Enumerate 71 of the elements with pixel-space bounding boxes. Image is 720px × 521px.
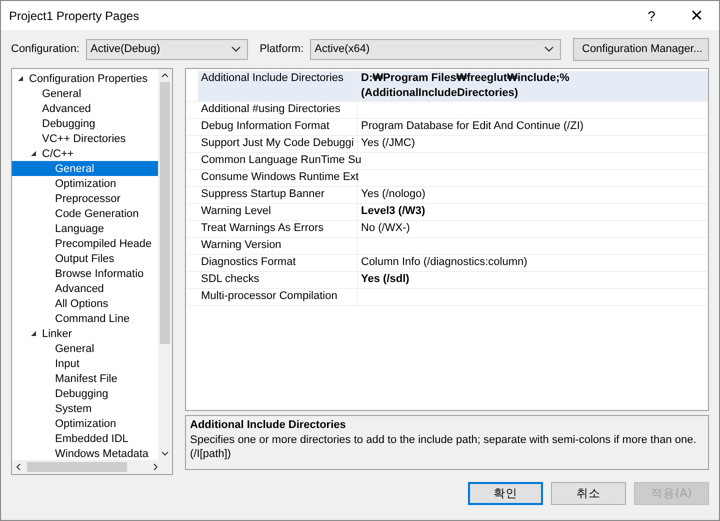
scroll-left-icon[interactable] bbox=[16, 463, 21, 471]
configuration-dropdown[interactable]: Active(Debug) bbox=[86, 38, 248, 60]
property-value[interactable]: Yes (/JMC) bbox=[358, 136, 708, 152]
tree-item[interactable]: Output Files bbox=[12, 251, 158, 266]
tree-item[interactable]: C/C++ bbox=[12, 146, 158, 161]
property-name[interactable]: Debug Information Format bbox=[198, 119, 358, 135]
scroll-right-icon[interactable] bbox=[153, 463, 158, 471]
property-name[interactable]: SDL checks bbox=[198, 272, 358, 288]
tree-item[interactable]: Code Generation bbox=[12, 206, 158, 221]
description-text: Specifies one or more directories to add to the include path; separate with semi-colons if more than one. (/I[path]) bbox=[190, 433, 698, 461]
horizontal-scrollbar[interactable] bbox=[12, 460, 172, 474]
help-button[interactable]: ? bbox=[629, 1, 674, 30]
tree-item[interactable]: Configuration Properties bbox=[12, 71, 158, 86]
tree-item[interactable]: Input bbox=[12, 356, 158, 371]
property-value[interactable]: Program Database for Edit And Continue (/ZI) bbox=[358, 119, 708, 135]
chevron-down-icon bbox=[230, 46, 241, 52]
vertical-scrollbar[interactable] bbox=[158, 69, 172, 460]
tree-item[interactable]: General bbox=[12, 86, 158, 101]
tree-item[interactable]: General bbox=[12, 161, 158, 176]
tree-item[interactable]: Manifest File bbox=[12, 371, 158, 386]
property-name[interactable]: Multi-processor Compilation bbox=[198, 289, 358, 305]
tree-item[interactable]: General bbox=[12, 341, 158, 356]
platform-dropdown[interactable]: Active(x64) bbox=[310, 38, 561, 60]
tree-item[interactable]: Language bbox=[12, 221, 158, 236]
expanded-triangle-icon[interactable] bbox=[17, 75, 24, 82]
tree-item[interactable]: Debugging bbox=[12, 386, 158, 401]
platform-label: Platform: bbox=[260, 43, 304, 55]
property-name[interactable]: Diagnostics Format bbox=[198, 255, 358, 271]
window-title: Project1 Property Pages bbox=[9, 8, 140, 22]
tree-item[interactable]: Optimization bbox=[12, 176, 158, 191]
property-value[interactable]: Column Info (/diagnostics:column) bbox=[358, 255, 708, 271]
description-title: Additional Include Directories bbox=[190, 419, 347, 431]
tree-item[interactable]: Advanced bbox=[12, 101, 158, 116]
tree-item[interactable]: Linker bbox=[12, 326, 158, 341]
tree-item[interactable]: All Options bbox=[12, 296, 158, 311]
scroll-up-icon[interactable] bbox=[161, 73, 169, 78]
property-value[interactable]: Yes (/sdl) bbox=[358, 272, 708, 288]
property-name[interactable]: Support Just My Code Debuggi bbox=[198, 136, 358, 152]
dialog-button[interactable]: 취소 bbox=[551, 482, 626, 505]
scroll-down-icon[interactable] bbox=[161, 451, 169, 456]
property-name[interactable]: Treat Warnings As Errors bbox=[198, 221, 358, 237]
scroll-thumb[interactable] bbox=[160, 82, 170, 344]
tree-item[interactable]: Precompiled Heade bbox=[12, 236, 158, 251]
tree-item[interactable]: Preprocessor bbox=[12, 191, 158, 206]
property-name[interactable]: Warning Level bbox=[198, 204, 358, 220]
property-value[interactable]: D:₩Program Files₩freeglut₩include;%(AdditionalIncludeDirectories) bbox=[358, 71, 708, 101]
scroll-thumb[interactable] bbox=[27, 462, 127, 472]
expanded-triangle-icon[interactable] bbox=[30, 150, 37, 157]
tree-item[interactable]: Optimization bbox=[12, 416, 158, 431]
property-name[interactable]: Suppress Startup Banner bbox=[198, 187, 358, 203]
tree-item[interactable]: System bbox=[12, 401, 158, 416]
tree-item[interactable]: VC++ Directories bbox=[12, 131, 158, 146]
property-value[interactable]: Level3 (/W3) bbox=[358, 204, 708, 220]
property-name[interactable]: Consume Windows Runtime Ext bbox=[198, 170, 358, 186]
property-value[interactable]: Yes (/nologo) bbox=[358, 187, 708, 203]
chevron-down-icon bbox=[544, 46, 554, 52]
property-name[interactable]: Additional Include Directories bbox=[198, 71, 358, 101]
tree-item[interactable]: Browse Informatio bbox=[12, 266, 158, 281]
tree-item[interactable]: Advanced bbox=[12, 281, 158, 296]
property-name[interactable]: Additional #using Directories bbox=[198, 102, 358, 118]
tree-item[interactable]: Debugging bbox=[12, 116, 158, 131]
expanded-triangle-icon[interactable] bbox=[30, 330, 37, 337]
configuration-manager-button[interactable]: Configuration Manager... bbox=[573, 38, 709, 60]
property-value[interactable]: No (/WX-) bbox=[358, 221, 708, 237]
tree-item[interactable]: Embedded IDL bbox=[12, 431, 158, 446]
configuration-label: Configuration: bbox=[11, 43, 80, 55]
close-button[interactable]: ✕ bbox=[674, 1, 719, 30]
tree-item[interactable]: Windows Metadata bbox=[12, 446, 158, 460]
property-name[interactable]: Warning Version bbox=[198, 238, 358, 254]
tree-item[interactable]: Command Line bbox=[12, 311, 158, 326]
dialog-button[interactable]: 확인 bbox=[468, 482, 543, 505]
